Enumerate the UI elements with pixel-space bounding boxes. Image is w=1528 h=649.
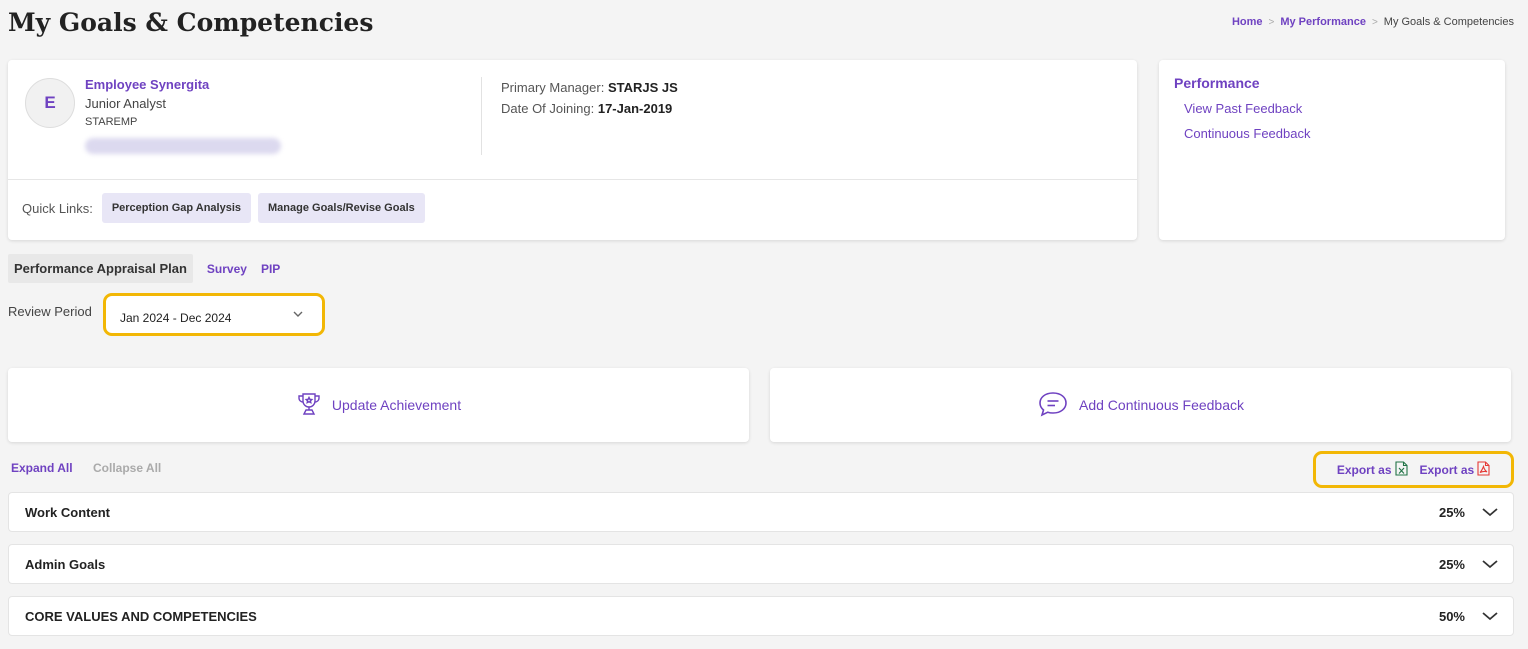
breadcrumb-home[interactable]: Home bbox=[1232, 16, 1263, 28]
pdf-file-icon bbox=[1477, 460, 1490, 479]
section-weight: 25% bbox=[1438, 504, 1465, 520]
section-weight: 25% bbox=[1438, 556, 1465, 572]
chat-feedback-icon bbox=[1037, 390, 1069, 421]
review-period-select[interactable]: Jan 2024 - Dec 2024 bbox=[103, 293, 325, 336]
tab-survey[interactable]: Survey bbox=[207, 262, 247, 276]
update-achievement-label: Update Achievement bbox=[331, 397, 462, 413]
section-core-values-competencies[interactable]: CORE VALUES AND COMPETENCIES 50% bbox=[8, 596, 1514, 636]
collapse-all-link[interactable]: Collapse All bbox=[93, 461, 161, 475]
breadcrumb-my-performance[interactable]: My Performance bbox=[1280, 16, 1366, 28]
primary-manager-label: Primary Manager: bbox=[501, 80, 605, 95]
divider bbox=[481, 77, 482, 155]
primary-manager-value: STARJS JS bbox=[607, 80, 678, 95]
section-title: Admin Goals bbox=[25, 556, 106, 572]
employee-role: Junior Analyst bbox=[85, 96, 166, 111]
view-past-feedback-link[interactable]: View Past Feedback bbox=[1184, 101, 1302, 116]
excel-file-icon bbox=[1394, 460, 1408, 479]
tab-pip[interactable]: PIP bbox=[261, 262, 280, 276]
section-admin-goals[interactable]: Admin Goals 25% bbox=[8, 544, 1514, 584]
chevron-down-icon[interactable] bbox=[1481, 558, 1499, 570]
primary-manager-row: Primary Manager: STARJS JS bbox=[501, 80, 678, 95]
profile-card: E Employee Synergita Junior Analyst STAR… bbox=[8, 60, 1137, 240]
chevron-down-icon[interactable] bbox=[1481, 506, 1499, 518]
export-excel-button[interactable]: Export as bbox=[1336, 460, 1408, 479]
perception-gap-analysis-link[interactable]: Perception Gap Analysis bbox=[101, 193, 252, 223]
plan-tabs: Performance Appraisal Plan Survey PIP bbox=[8, 254, 280, 283]
quick-links: Quick Links: Perception Gap Analysis Man… bbox=[22, 193, 425, 223]
export-pdf-button[interactable]: Export as bbox=[1419, 460, 1491, 479]
quick-links-label: Quick Links: bbox=[22, 200, 93, 216]
section-work-content[interactable]: Work Content 25% bbox=[8, 492, 1514, 532]
continuous-feedback-link[interactable]: Continuous Feedback bbox=[1184, 126, 1310, 141]
employee-name[interactable]: Employee Synergita bbox=[85, 77, 209, 92]
avatar: E bbox=[25, 78, 75, 128]
expand-all-link[interactable]: Expand All bbox=[11, 461, 73, 475]
breadcrumb: Home > My Performance > My Goals & Compe… bbox=[1232, 16, 1514, 28]
add-continuous-feedback-button[interactable]: Add Continuous Feedback bbox=[770, 368, 1511, 442]
export-pdf-label: Export as bbox=[1419, 462, 1475, 477]
chevron-down-icon[interactable] bbox=[1481, 610, 1499, 622]
breadcrumb-separator-icon: > bbox=[1268, 16, 1275, 28]
divider bbox=[8, 179, 1137, 180]
section-title: Work Content bbox=[25, 504, 110, 520]
add-continuous-feedback-label: Add Continuous Feedback bbox=[1079, 397, 1244, 413]
date-of-joining-value: 17-Jan-2019 bbox=[597, 101, 673, 116]
page-title: My Goals & Competencies bbox=[8, 8, 374, 37]
chevron-down-icon bbox=[292, 308, 304, 323]
performance-panel: Performance View Past Feedback Continuou… bbox=[1159, 60, 1505, 240]
employee-code: STAREMP bbox=[85, 116, 138, 128]
performance-panel-title: Performance bbox=[1174, 75, 1260, 91]
trophy-icon bbox=[296, 391, 322, 420]
tab-performance-appraisal-plan[interactable]: Performance Appraisal Plan bbox=[8, 254, 193, 283]
review-period-label: Review Period bbox=[8, 304, 92, 319]
section-weight: 50% bbox=[1438, 608, 1465, 624]
date-of-joining-label: Date Of Joining: bbox=[501, 101, 595, 116]
review-period-value: Jan 2024 - Dec 2024 bbox=[120, 311, 232, 325]
breadcrumb-separator-icon: > bbox=[1371, 16, 1378, 28]
date-of-joining-row: Date Of Joining: 17-Jan-2019 bbox=[501, 101, 672, 116]
section-title: CORE VALUES AND COMPETENCIES bbox=[25, 608, 257, 624]
employee-email-redacted bbox=[85, 138, 281, 154]
update-achievement-button[interactable]: Update Achievement bbox=[8, 368, 749, 442]
export-excel-label: Export as bbox=[1336, 462, 1392, 477]
export-controls: Export as Export as bbox=[1313, 451, 1514, 488]
manage-goals-link[interactable]: Manage Goals/Revise Goals bbox=[258, 193, 425, 223]
breadcrumb-current: My Goals & Competencies bbox=[1383, 16, 1514, 28]
